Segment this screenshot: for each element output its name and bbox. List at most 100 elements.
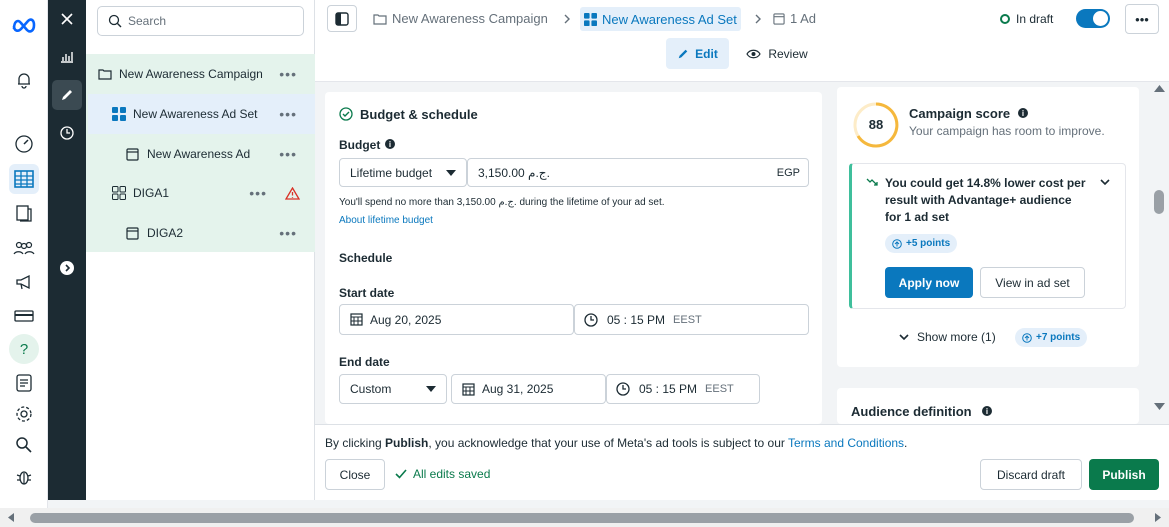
more-options-icon[interactable]: ••• [279, 225, 297, 241]
toggle-panel-button[interactable] [327, 5, 357, 32]
scroll-up-icon[interactable] [1154, 85, 1165, 92]
caret-down-icon [446, 169, 456, 176]
tab-review[interactable]: Review [745, 38, 809, 69]
more-options-icon[interactable]: ••• [279, 146, 297, 162]
meta-logo-icon[interactable] [9, 10, 39, 40]
arrow-up-icon [892, 238, 902, 249]
toggle-knob [1093, 11, 1108, 26]
tab-review-label: Review [768, 46, 808, 61]
start-date-value: Aug 20, 2025 [370, 312, 442, 327]
tree-item-label: New Awareness Ad Set [133, 107, 258, 121]
check-icon [395, 469, 407, 479]
more-options-icon[interactable]: ••• [249, 185, 267, 201]
apply-now-button[interactable]: Apply now [885, 267, 973, 298]
chevron-right-icon [755, 14, 761, 24]
eye-icon [746, 49, 762, 58]
tree-item-diga1[interactable]: DIGA1 ••• [86, 173, 315, 213]
points-badge: +5 points [885, 234, 958, 253]
close-button[interactable]: Close [325, 459, 385, 490]
points-text: +5 points [906, 238, 951, 249]
budget-schedule-card: Budget & schedule Budget i Lifetime budg… [325, 92, 822, 424]
info-icon[interactable]: i [982, 406, 992, 416]
settings-gear-icon[interactable] [9, 399, 39, 429]
close-editor-icon[interactable] [52, 4, 82, 34]
publish-button[interactable]: Publish [1089, 459, 1159, 490]
start-time-input[interactable]: 05 : 15 PM EEST [574, 304, 809, 335]
budget-note: You'll spend no more than 3,150.00 ج.م. … [339, 197, 665, 208]
start-time-value: 05 : 15 PM [607, 312, 666, 327]
pages-icon[interactable] [9, 198, 39, 228]
tree-item-label: New Awareness Ad [147, 147, 251, 161]
tree-item-campaign[interactable]: New Awareness Campaign ••• [86, 54, 315, 94]
chevron-down-icon[interactable] [1100, 179, 1110, 186]
reports-icon[interactable] [9, 368, 39, 398]
bug-report-icon[interactable] [9, 462, 39, 492]
billing-card-icon[interactable] [9, 301, 39, 331]
discard-draft-button[interactable]: Discard draft [980, 459, 1082, 490]
end-type-select[interactable]: Custom [339, 374, 447, 404]
budget-type-select[interactable]: Lifetime budget [339, 158, 467, 187]
score-gauge: 88 [852, 101, 900, 149]
search-icon[interactable] [9, 430, 39, 460]
tree-search-input[interactable]: Search [97, 6, 304, 36]
megaphone-icon[interactable] [9, 267, 39, 297]
dashboard-gauge-icon[interactable] [9, 129, 39, 159]
bell-icon[interactable] [9, 65, 39, 95]
scroll-right-icon[interactable] [1155, 513, 1161, 522]
audiences-icon[interactable] [9, 233, 39, 263]
help-icon[interactable]: ? [9, 334, 39, 364]
start-date-input[interactable]: Aug 20, 2025 [339, 304, 574, 335]
scroll-down-icon[interactable] [1154, 403, 1165, 410]
info-icon[interactable]: i [1018, 108, 1028, 118]
clock-icon [616, 382, 630, 396]
more-points-text: +7 points [1036, 332, 1081, 343]
end-date-input[interactable]: Aug 31, 2025 [451, 374, 606, 404]
scroll-left-icon[interactable] [8, 513, 14, 522]
more-options-icon[interactable]: ••• [279, 106, 297, 122]
history-clock-icon[interactable] [52, 118, 82, 148]
icon-rail: ? [0, 0, 48, 527]
budget-type-value: Lifetime budget [350, 165, 433, 180]
tree-item-diga2[interactable]: DIGA2 ••• [86, 213, 315, 253]
folder-icon [98, 69, 112, 80]
clock-icon [584, 312, 598, 327]
tree-item-adset[interactable]: New Awareness Ad Set ••• [88, 94, 315, 134]
budget-amount-value: 3,150.00 ج.م. [478, 165, 550, 180]
end-time-value: 05 : 15 PM [639, 382, 698, 396]
about-budget-link[interactable]: About lifetime budget [339, 215, 433, 226]
vertical-scrollbar[interactable] [1150, 82, 1169, 424]
breadcrumb-bar: New Awareness Campaign New Awareness Ad … [315, 0, 1169, 38]
trend-down-icon [866, 178, 878, 186]
edit-pencil-icon[interactable] [52, 80, 82, 110]
ads-manager-table-icon[interactable] [9, 164, 39, 194]
ad-icon [773, 12, 785, 25]
more-actions-button[interactable]: ••• [1125, 4, 1159, 34]
tab-edit[interactable]: Edit [666, 38, 729, 69]
campaign-tree-panel: Search New Awareness Campaign ••• New Aw… [86, 0, 315, 500]
expand-chevron-icon[interactable] [52, 253, 82, 283]
horizontal-scrollbar[interactable] [0, 508, 1169, 527]
ad-icon [126, 147, 139, 161]
status-dot-icon [1000, 14, 1010, 24]
more-options-icon[interactable]: ••• [279, 66, 297, 82]
end-time-input[interactable]: 05 : 15 PM EEST [606, 374, 760, 404]
breadcrumb: New Awareness Campaign [373, 11, 548, 26]
timezone: EEST [705, 383, 734, 395]
publish-notice: By clicking Publish, you acknowledge tha… [325, 436, 907, 450]
folder-icon [373, 13, 387, 25]
hscroll-thumb[interactable] [30, 513, 1134, 523]
breadcrumb-campaign[interactable]: New Awareness Campaign [392, 11, 548, 26]
view-in-adset-button[interactable]: View in ad set [980, 267, 1085, 298]
charts-icon[interactable] [52, 42, 82, 72]
save-status: All edits saved [395, 467, 490, 481]
show-more-button[interactable]: Show more (1) [899, 330, 996, 344]
breadcrumb-ad[interactable]: 1 Ad [773, 11, 816, 26]
draft-toggle[interactable] [1076, 9, 1110, 28]
budget-amount-input[interactable]: 3,150.00 ج.م. EGP [467, 158, 809, 187]
info-icon[interactable]: i [385, 139, 395, 149]
tree-item-label: New Awareness Campaign [119, 67, 263, 81]
tree-item-ad[interactable]: New Awareness Ad ••• [86, 134, 315, 174]
terms-link[interactable]: Terms and Conditions [788, 436, 904, 450]
scrollbar-thumb[interactable] [1154, 190, 1164, 214]
breadcrumb-adset[interactable]: New Awareness Ad Set [580, 7, 741, 31]
